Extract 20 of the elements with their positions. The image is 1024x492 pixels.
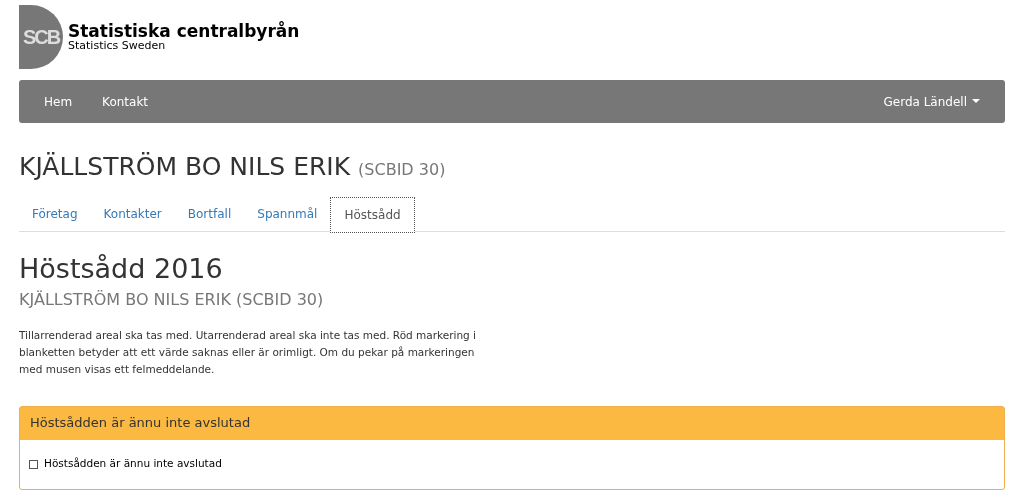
nav-link[interactable]: Hem xyxy=(29,92,88,111)
logo-subtitle: Statistics Sweden xyxy=(68,40,167,51)
section-title: Höstsådd 2016 xyxy=(19,251,224,286)
checkbox-label: Höstsådden är ännu inte avslutad xyxy=(44,456,222,472)
nav-link[interactable]: Kontakt xyxy=(87,92,164,111)
logo-title: Statistiska centralbyrån xyxy=(68,23,300,40)
logo-icon: SCB xyxy=(19,5,63,69)
caret-icon xyxy=(972,99,980,104)
tab[interactable]: Spannmål xyxy=(244,196,331,232)
panel-title: Höstsådden är ännu inte avslutad xyxy=(30,414,251,433)
page-title-id: (SCBID 30) xyxy=(358,159,446,181)
section-subtitle: KJÄLLSTRÖM BO NILS ERIK (SCBID 30) xyxy=(19,288,325,311)
tab[interactable]: Höstsådd xyxy=(330,196,415,233)
user-menu[interactable]: Gerda Ländell xyxy=(868,92,995,111)
instructions-text: Tillarrenderad areal ska tas med. Utarrenderad areal ska inte tas med. Röd markering i blanketten betyder att ett värde saknas eller är orimligt. Om du pekar på markeringen med musen visas ett felmeddelande. xyxy=(19,327,478,377)
tab[interactable]: Bortfall xyxy=(174,196,245,232)
checkbox[interactable] xyxy=(29,459,38,469)
tab[interactable]: Kontakter xyxy=(90,196,175,232)
page-title: KJÄLLSTRÖM BO NILS ERIK xyxy=(19,151,351,183)
tab[interactable]: Företag xyxy=(19,196,91,232)
